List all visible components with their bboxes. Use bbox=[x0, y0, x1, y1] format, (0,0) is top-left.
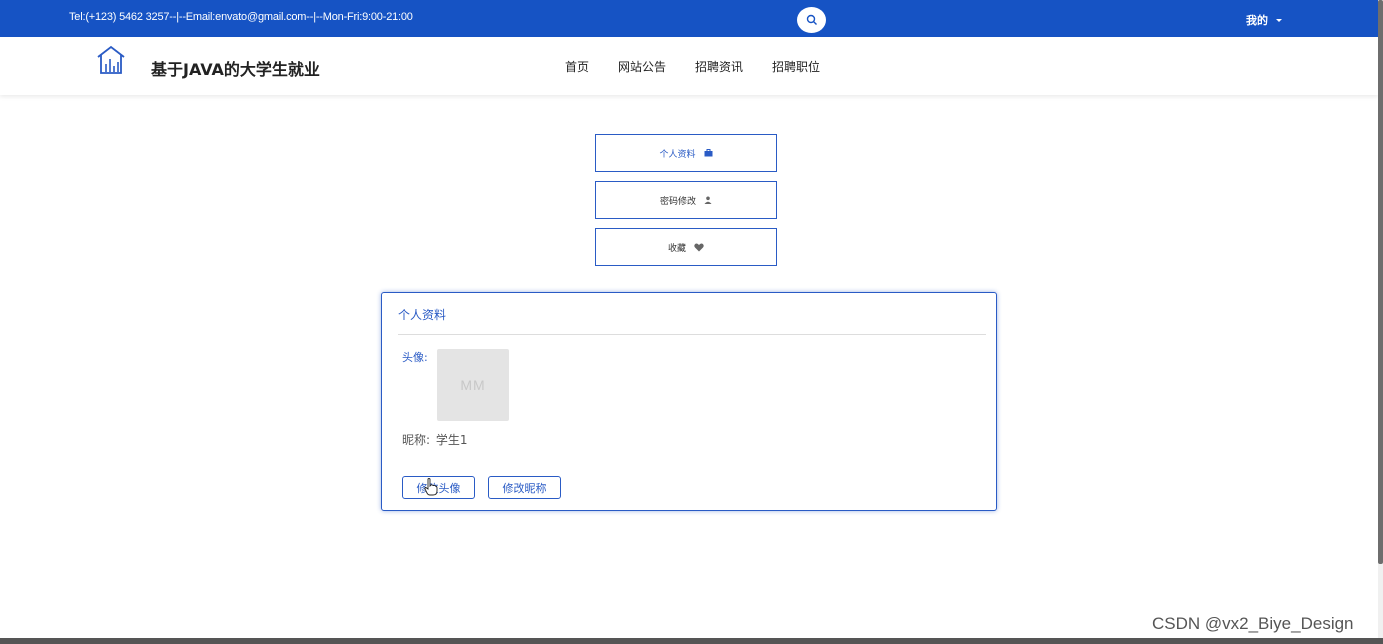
menu-favorites[interactable]: 收藏 bbox=[595, 228, 777, 266]
my-account-label: 我的 bbox=[1246, 14, 1268, 27]
profile-card: 个人资料 头像: MM 昵称: 学生1 修改头像 修改昵称 bbox=[381, 292, 997, 511]
top-contact-bar: Tel:(+123) 5462 3257--|--Email:envato@gm… bbox=[0, 0, 1378, 37]
menu-label: 个人资料 bbox=[659, 149, 696, 160]
chevron-down-icon bbox=[1276, 18, 1282, 22]
nav-link-announcements[interactable]: 网站公告 bbox=[618, 58, 666, 75]
scrollbar-thumb[interactable] bbox=[1378, 0, 1383, 564]
main-navbar: 基于JAVA的大学生就业 首页 网站公告 招聘资讯 招聘职位 bbox=[0, 37, 1378, 95]
avatar: MM bbox=[437, 349, 509, 421]
nav-links: 首页 网站公告 招聘资讯 招聘职位 bbox=[565, 58, 849, 75]
contact-info: Tel:(+123) 5462 3257--|--Email:envato@gm… bbox=[69, 11, 413, 23]
search-button[interactable] bbox=[797, 7, 826, 33]
house-chart-icon[interactable] bbox=[96, 45, 126, 75]
heart-icon bbox=[694, 243, 704, 251]
avatar-label: 头像: bbox=[402, 351, 428, 364]
nav-link-home[interactable]: 首页 bbox=[565, 58, 589, 75]
nav-link-job-positions[interactable]: 招聘职位 bbox=[772, 58, 820, 75]
nav-link-recruit-news[interactable]: 招聘资讯 bbox=[695, 58, 743, 75]
divider bbox=[398, 334, 986, 335]
nickname-label: 昵称: bbox=[402, 433, 431, 447]
card-title: 个人资料 bbox=[398, 308, 447, 322]
search-icon bbox=[806, 14, 817, 25]
nickname-value: 学生1 bbox=[435, 433, 468, 447]
my-account-dropdown[interactable]: 我的 bbox=[1246, 12, 1282, 28]
menu-personal-info[interactable]: 个人资料 bbox=[595, 134, 777, 172]
menu-change-password[interactable]: 密码修改 bbox=[595, 181, 777, 219]
change-avatar-button[interactable]: 修改头像 bbox=[402, 476, 475, 499]
nickname-row: 昵称: 学生1 bbox=[402, 431, 468, 448]
user-icon bbox=[704, 196, 712, 204]
watermark: CSDN @vx2_Biye_Design bbox=[1152, 614, 1354, 633]
briefcase-icon bbox=[704, 149, 712, 157]
menu-label: 收藏 bbox=[667, 243, 686, 254]
site-title[interactable]: 基于JAVA的大学生就业 bbox=[151, 56, 320, 80]
avatar-placeholder-text: MM bbox=[460, 377, 486, 393]
hand-cursor-icon bbox=[424, 478, 438, 496]
menu-label: 密码修改 bbox=[659, 196, 696, 207]
window-bottom-border bbox=[0, 638, 1383, 644]
change-nickname-button[interactable]: 修改昵称 bbox=[488, 476, 561, 499]
